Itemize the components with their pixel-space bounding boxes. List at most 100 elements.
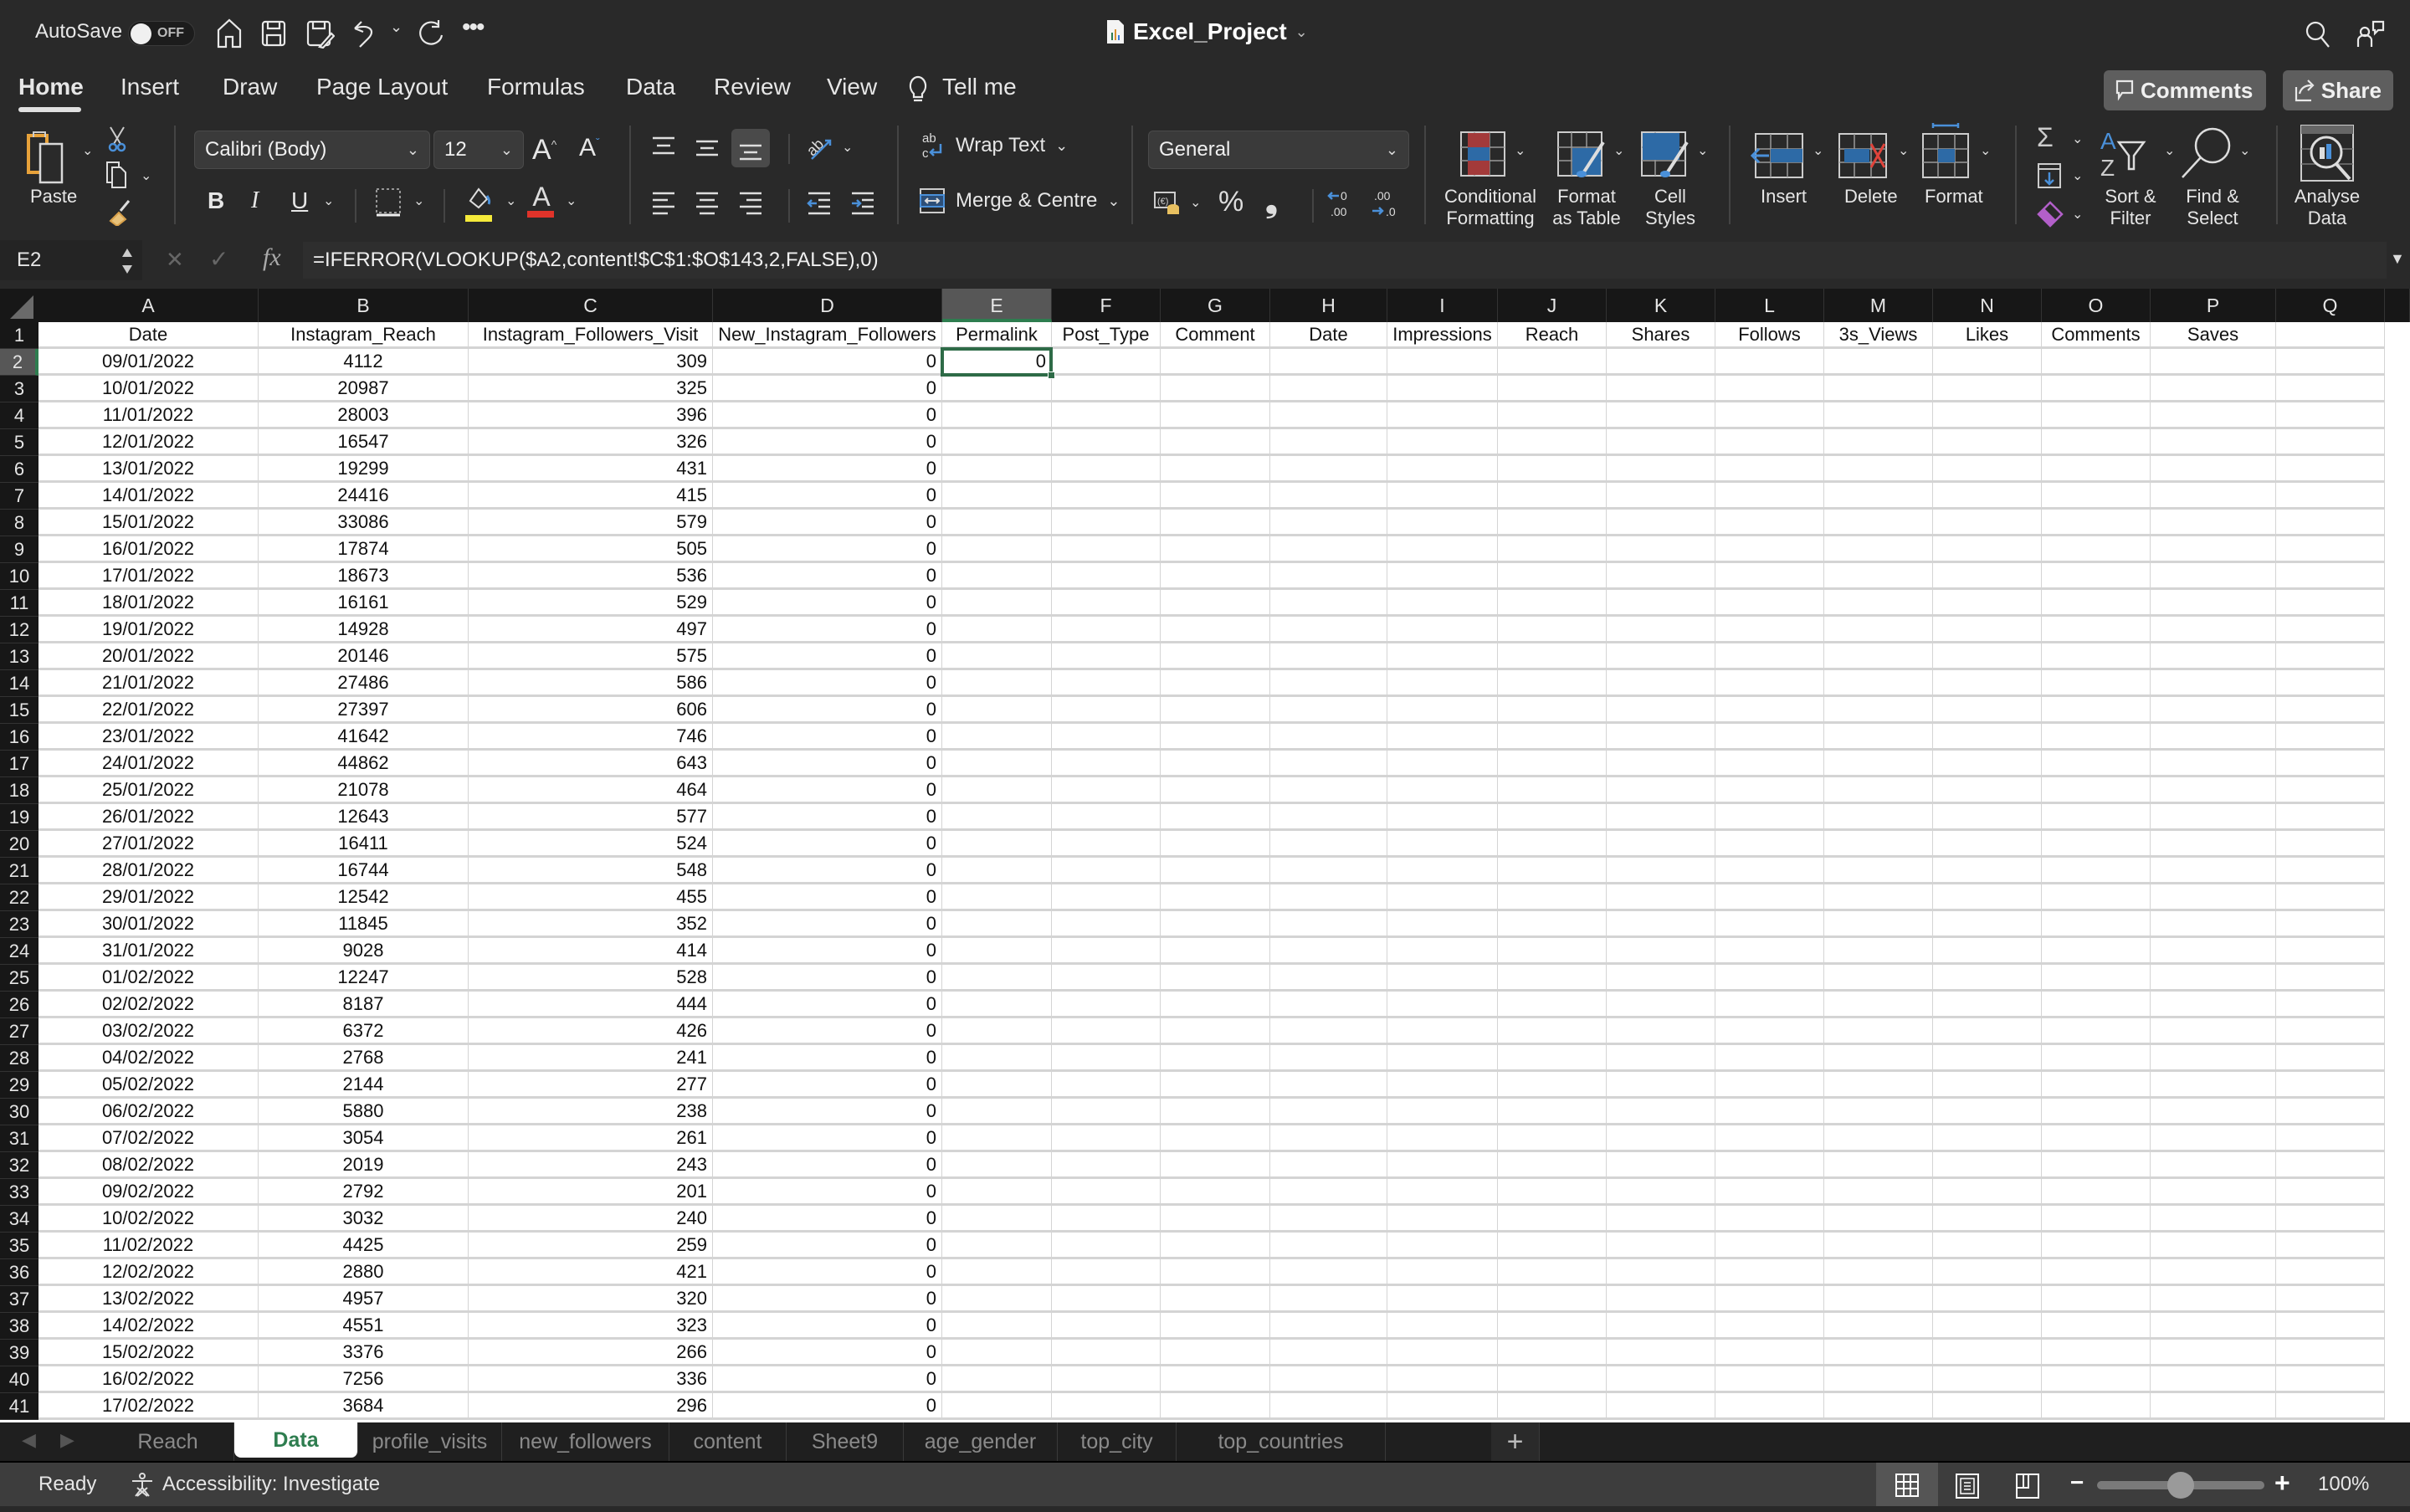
add-sheet-button[interactable]: + — [1491, 1422, 1540, 1461]
tab-formulas[interactable]: Formulas — [487, 74, 585, 100]
column-header-k[interactable]: K — [1607, 289, 1715, 322]
cell-h[interactable] — [1270, 643, 1387, 670]
cell-b[interactable]: 21078 — [259, 777, 469, 804]
cell-n[interactable] — [1933, 456, 2042, 483]
cell-b[interactable]: 14928 — [259, 617, 469, 643]
cell-j[interactable] — [1498, 643, 1607, 670]
cell-g[interactable] — [1161, 831, 1270, 858]
cell-m[interactable] — [1824, 697, 1933, 724]
cell-n[interactable] — [1933, 1099, 2042, 1125]
cell-a[interactable]: 10/02/2022 — [38, 1206, 259, 1233]
cell-f[interactable] — [1052, 751, 1161, 777]
row-header[interactable]: 12 — [0, 617, 38, 643]
cell-f[interactable] — [1052, 884, 1161, 911]
cell-g[interactable] — [1161, 858, 1270, 884]
cell-g[interactable] — [1161, 1340, 1270, 1366]
cell-g[interactable] — [1161, 992, 1270, 1018]
cell-d[interactable]: 0 — [713, 429, 942, 456]
cell-g[interactable] — [1161, 938, 1270, 965]
cell-i[interactable] — [1387, 376, 1498, 402]
cell-p[interactable] — [2151, 911, 2276, 938]
cell-l[interactable] — [1715, 402, 1824, 429]
cell-c[interactable]: 261 — [469, 1125, 713, 1152]
cell-l[interactable] — [1715, 965, 1824, 992]
cell-l[interactable] — [1715, 884, 1824, 911]
cell-q[interactable] — [2276, 1045, 2385, 1072]
cell-f[interactable] — [1052, 1099, 1161, 1125]
cell-p[interactable] — [2151, 751, 2276, 777]
cell-j[interactable] — [1498, 697, 1607, 724]
cell-j[interactable] — [1498, 1313, 1607, 1340]
cell-e[interactable] — [942, 1125, 1052, 1152]
cell-p[interactable] — [2151, 697, 2276, 724]
cell-i[interactable] — [1387, 1313, 1498, 1340]
cell-m[interactable] — [1824, 643, 1933, 670]
cell-h[interactable] — [1270, 1018, 1387, 1045]
cell-h[interactable] — [1270, 617, 1387, 643]
cell-o[interactable] — [2042, 777, 2151, 804]
cell-j[interactable] — [1498, 510, 1607, 536]
cell-c[interactable]: 746 — [469, 724, 713, 751]
cell-l[interactable] — [1715, 1393, 1824, 1420]
cell-a[interactable]: 17/02/2022 — [38, 1393, 259, 1420]
cell-d[interactable]: 0 — [713, 777, 942, 804]
cell-c[interactable]: 326 — [469, 429, 713, 456]
row-header[interactable]: 36 — [0, 1259, 38, 1286]
cell-o[interactable] — [2042, 1099, 2151, 1125]
cell-d[interactable]: 0 — [713, 456, 942, 483]
cell-j[interactable] — [1498, 429, 1607, 456]
row-header[interactable]: 28 — [0, 1045, 38, 1072]
cell-l[interactable] — [1715, 456, 1824, 483]
cell-q[interactable] — [2276, 965, 2385, 992]
cell-k[interactable] — [1607, 1259, 1715, 1286]
cell-h[interactable] — [1270, 402, 1387, 429]
cell-n[interactable] — [1933, 670, 2042, 697]
cell-m[interactable] — [1824, 938, 1933, 965]
cell-b[interactable]: 44862 — [259, 751, 469, 777]
zoom-slider[interactable] — [2097, 1472, 2264, 1499]
cell-d[interactable]: 0 — [713, 884, 942, 911]
cell-q[interactable] — [2276, 670, 2385, 697]
cell-i[interactable] — [1387, 617, 1498, 643]
cell-b[interactable]: 16161 — [259, 590, 469, 617]
cell-p[interactable] — [2151, 376, 2276, 402]
cell-d[interactable]: 0 — [713, 1125, 942, 1152]
cell-d[interactable]: 0 — [713, 1099, 942, 1125]
tab-review[interactable]: Review — [714, 74, 791, 100]
cell-k[interactable] — [1607, 402, 1715, 429]
cell-k[interactable] — [1607, 1125, 1715, 1152]
cell-c[interactable]: 524 — [469, 831, 713, 858]
tab-data[interactable]: Data — [626, 74, 675, 100]
analyse-data-label[interactable]: Analyse Data — [2290, 186, 2365, 229]
cell-j[interactable] — [1498, 1393, 1607, 1420]
cell-e[interactable] — [942, 643, 1052, 670]
cell-p[interactable] — [2151, 884, 2276, 911]
cell-g[interactable] — [1161, 483, 1270, 510]
cell-o[interactable] — [2042, 670, 2151, 697]
cell-b[interactable]: 17874 — [259, 536, 469, 563]
cell-i[interactable] — [1387, 349, 1498, 376]
cell-e[interactable] — [942, 1206, 1052, 1233]
cell-c[interactable]: 431 — [469, 456, 713, 483]
cell-o[interactable] — [2042, 884, 2151, 911]
cell-o[interactable] — [2042, 751, 2151, 777]
header-cell[interactable]: Shares — [1607, 322, 1715, 349]
cell-b[interactable]: 33086 — [259, 510, 469, 536]
cell-k[interactable] — [1607, 1018, 1715, 1045]
cell-p[interactable] — [2151, 1233, 2276, 1259]
cell-c[interactable]: 309 — [469, 349, 713, 376]
cell-h[interactable] — [1270, 1233, 1387, 1259]
cell-j[interactable] — [1498, 777, 1607, 804]
decrease-font-size-icon[interactable]: Aˇ — [579, 136, 600, 161]
column-header-h[interactable]: H — [1270, 289, 1387, 322]
percent-style-button[interactable]: % — [1218, 187, 1243, 216]
cell-n[interactable] — [1933, 697, 2042, 724]
row-header[interactable]: 21 — [0, 858, 38, 884]
insert-function-button[interactable]: fx — [263, 243, 281, 272]
cell-e[interactable] — [942, 1366, 1052, 1393]
cell-q[interactable] — [2276, 349, 2385, 376]
cell-k[interactable] — [1607, 456, 1715, 483]
cell-k[interactable] — [1607, 643, 1715, 670]
cell-g[interactable] — [1161, 1286, 1270, 1313]
cell-m[interactable] — [1824, 831, 1933, 858]
